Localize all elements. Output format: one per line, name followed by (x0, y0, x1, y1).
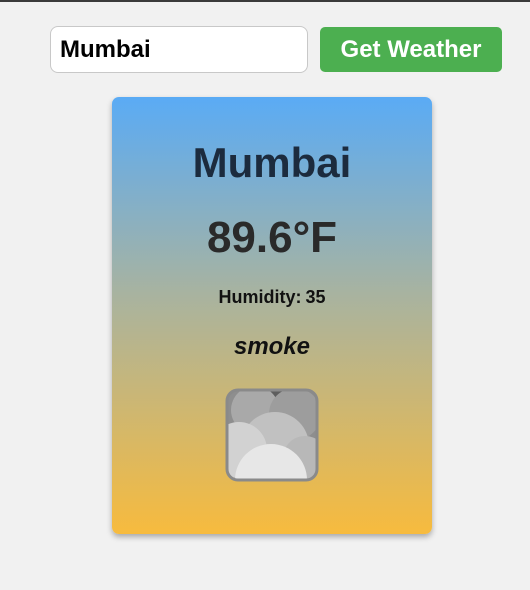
window-top-border (0, 0, 530, 2)
temperature: 89.6°F (206, 213, 338, 262)
search-bar: Get Weather (50, 26, 502, 73)
smoke-cloud-icon (225, 388, 319, 482)
weather-description: smoke (233, 333, 311, 360)
humidity: Humidity: 35 (112, 287, 432, 308)
humidity-label: Humidity: (218, 287, 302, 307)
humidity-value: 35 (305, 287, 326, 307)
get-weather-button[interactable]: Get Weather (320, 27, 502, 72)
weather-card: Mumbai 89.6°F Humidity: 35 smoke (112, 97, 432, 534)
city-input[interactable] (50, 26, 308, 73)
city-name: Mumbai (192, 139, 352, 186)
